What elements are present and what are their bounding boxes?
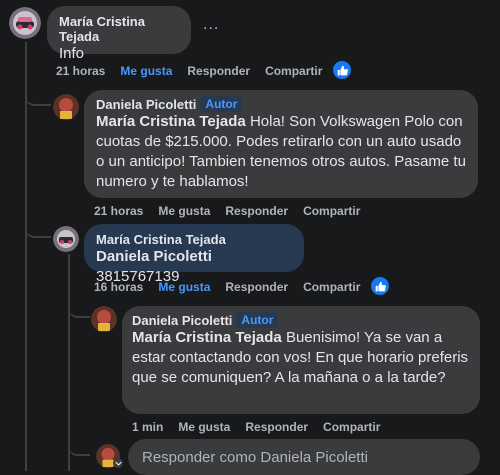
- reply-button[interactable]: Responder: [225, 204, 288, 218]
- profile-photo-icon: [53, 226, 79, 252]
- share-button[interactable]: Compartir: [303, 280, 360, 294]
- author-badge: Autor: [236, 312, 279, 328]
- share-button[interactable]: Compartir: [303, 204, 360, 218]
- comment-author[interactable]: Daniela Picoletti: [132, 313, 232, 328]
- comment-actions: 21 horas Me gusta Responder Compartir: [94, 204, 375, 218]
- like-reaction-icon[interactable]: [371, 277, 389, 295]
- comment-text: María Cristina Tejada Buenisimo! Ya se v…: [132, 329, 469, 386]
- thread-branch-2: [25, 220, 51, 238]
- like-button[interactable]: Me gusta: [178, 420, 230, 434]
- share-button[interactable]: Compartir: [265, 64, 322, 78]
- avatar[interactable]: [53, 226, 79, 252]
- avatar[interactable]: [91, 306, 117, 332]
- profile-photo-icon: [91, 306, 117, 332]
- thread-branch-3: [68, 300, 90, 318]
- comment-bubble-highlighted: María Cristina Tejada Daniela Picoletti …: [84, 224, 304, 285]
- profile-photo-icon: [53, 94, 79, 120]
- comment-actions: 16 horas Me gusta Responder Compartir: [94, 280, 375, 294]
- share-button[interactable]: Compartir: [323, 420, 380, 434]
- comment-author[interactable]: Daniela Picoletti: [96, 97, 196, 112]
- timestamp[interactable]: 16 horas: [94, 280, 143, 294]
- more-options-button[interactable]: ...: [203, 16, 219, 34]
- comment-text: María Cristina Tejada Hola! Son Volkswag…: [96, 113, 466, 190]
- timestamp[interactable]: 1 min: [132, 420, 163, 434]
- comment-bubble: María Cristina Tejada Info: [47, 6, 191, 62]
- like-button[interactable]: Me gusta: [158, 280, 210, 294]
- comment-bubble: Daniela Picoletti Autor María Cristina Te…: [84, 90, 478, 198]
- thread-branch-1: [25, 88, 51, 106]
- thread-branch-4: [68, 438, 90, 456]
- timestamp[interactable]: 21 horas: [94, 204, 143, 218]
- profile-photo-icon: [9, 7, 41, 39]
- mention[interactable]: Daniela Picoletti: [96, 248, 212, 265]
- avatar[interactable]: [9, 7, 41, 39]
- mention[interactable]: María Cristina Tejada: [132, 329, 282, 346]
- timestamp[interactable]: 21 horas: [56, 64, 105, 78]
- reply-button[interactable]: Responder: [187, 64, 250, 78]
- reply-input[interactable]: [140, 447, 480, 467]
- comment-actions: 1 min Me gusta Responder Compartir: [132, 420, 395, 434]
- like-reaction-icon[interactable]: [333, 61, 351, 79]
- comment-bubble: Daniela Picoletti Autor María Cristina Te…: [122, 306, 480, 414]
- like-button[interactable]: Me gusta: [120, 64, 172, 78]
- comment-actions: 21 horas Me gusta Responder Compartir: [56, 64, 337, 78]
- comment-author[interactable]: María Cristina Tejada: [96, 232, 292, 247]
- author-badge: Autor: [200, 96, 243, 112]
- thread-line-main: [25, 42, 27, 471]
- reply-button[interactable]: Responder: [225, 280, 288, 294]
- comment-author[interactable]: María Cristina Tejada: [59, 14, 179, 44]
- account-switch-chevron-down-icon[interactable]: [113, 458, 123, 468]
- mention[interactable]: María Cristina Tejada: [96, 113, 246, 130]
- like-button[interactable]: Me gusta: [158, 204, 210, 218]
- avatar[interactable]: [53, 94, 79, 120]
- reply-button[interactable]: Responder: [245, 420, 308, 434]
- reply-box[interactable]: [128, 439, 480, 475]
- comment-text: Info: [59, 45, 85, 62]
